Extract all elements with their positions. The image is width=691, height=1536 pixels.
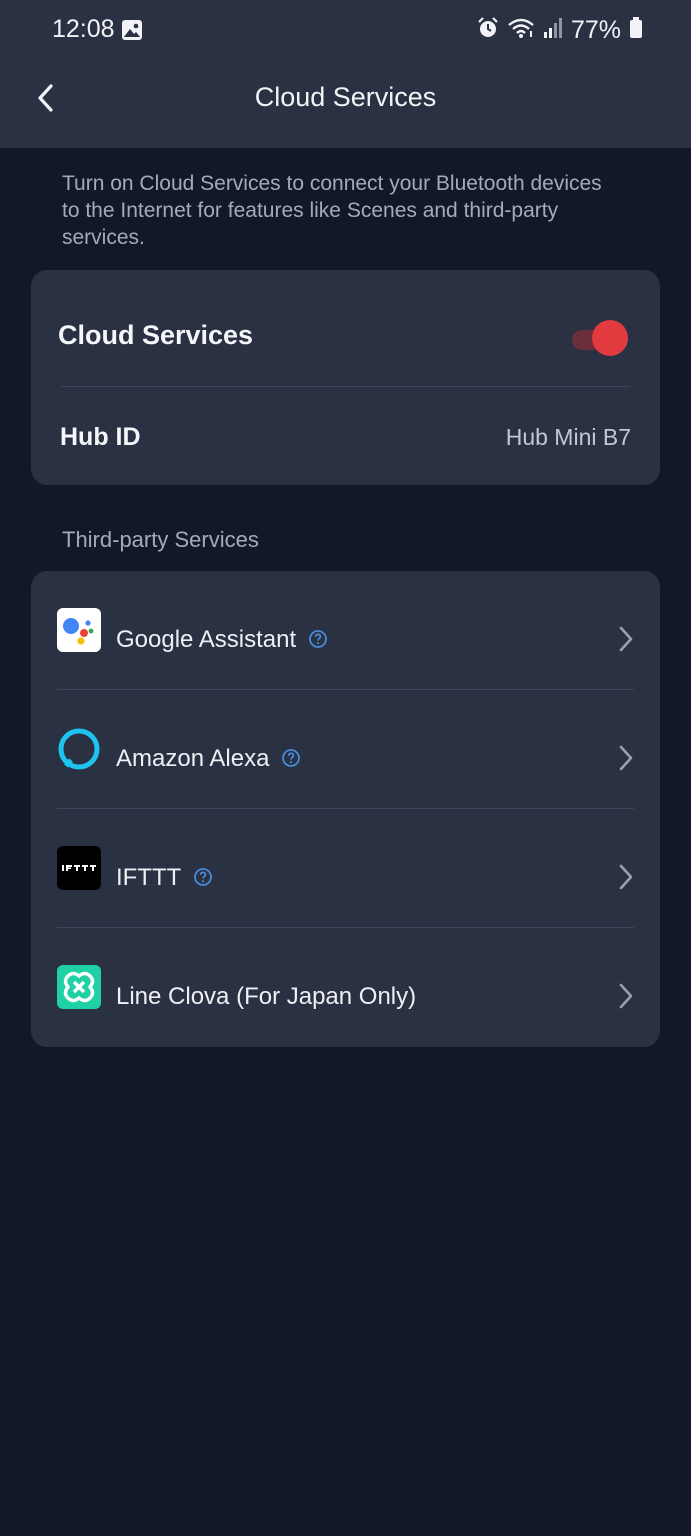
- toggle-knob: [592, 320, 628, 356]
- service-name-google-assistant: Google Assistant: [116, 626, 328, 654]
- chevron-right-icon: [619, 864, 633, 890]
- hub-id-label: Hub ID: [60, 423, 141, 451]
- google-assistant-icon: [57, 608, 101, 652]
- battery-icon: [629, 16, 643, 44]
- status-right: 77%: [477, 14, 643, 46]
- service-label: Line Clova (For Japan Only): [116, 983, 417, 1010]
- battery-percent: 77%: [570, 15, 621, 44]
- service-row-google-assistant[interactable]: Google Assistant: [31, 571, 660, 690]
- cloud-services-label: Cloud Services: [58, 320, 254, 350]
- chevron-right-icon: [619, 745, 633, 771]
- cloud-services-description: Turn on Cloud Services to connect your B…: [62, 172, 602, 249]
- service-row-line-clova[interactable]: Line Clova (For Japan Only): [31, 928, 660, 1047]
- line-clova-icon: [57, 965, 101, 1009]
- top-bar: 12:08 77% Cloud Services: [0, 0, 691, 148]
- help-icon[interactable]: [281, 748, 301, 768]
- signal-icon: [543, 17, 563, 44]
- gallery-icon: [121, 19, 143, 46]
- page-title: Cloud Services: [254, 82, 437, 112]
- wifi-icon: [507, 17, 535, 44]
- cloud-services-card: Cloud Services Hub ID Hub Mini B7: [31, 270, 660, 485]
- service-label: Amazon Alexa: [116, 745, 270, 772]
- cloud-services-toggle[interactable]: [570, 320, 628, 356]
- third-party-services-card: Google Assistant Amazon Alexa IFTTT Line…: [31, 571, 660, 1047]
- chevron-right-icon: [619, 983, 633, 1009]
- status-time: 12:08: [52, 15, 115, 43]
- hub-id-value: Hub Mini B7: [505, 424, 631, 450]
- third-party-section-label: Third-party Services: [62, 527, 259, 552]
- help-icon[interactable]: [193, 867, 213, 887]
- ifttt-icon: [57, 846, 101, 890]
- help-icon[interactable]: [308, 629, 328, 649]
- service-name-amazon-alexa: Amazon Alexa: [116, 745, 301, 773]
- service-name-ifttt: IFTTT: [116, 864, 213, 892]
- alarm-icon: [477, 16, 499, 44]
- cloud-services-row: Cloud Services: [31, 270, 660, 386]
- service-name-line-clova: Line Clova (For Japan Only): [116, 983, 416, 1011]
- service-label: Google Assistant: [116, 626, 297, 653]
- status-bar: 12:08 77%: [0, 0, 691, 60]
- service-row-ifttt[interactable]: IFTTT: [31, 809, 660, 928]
- service-label: IFTTT: [116, 864, 182, 891]
- service-row-amazon-alexa[interactable]: Amazon Alexa: [31, 690, 660, 809]
- chevron-right-icon: [619, 626, 633, 652]
- amazon-alexa-icon: [57, 727, 101, 771]
- hub-id-row[interactable]: Hub ID Hub Mini B7: [31, 387, 660, 485]
